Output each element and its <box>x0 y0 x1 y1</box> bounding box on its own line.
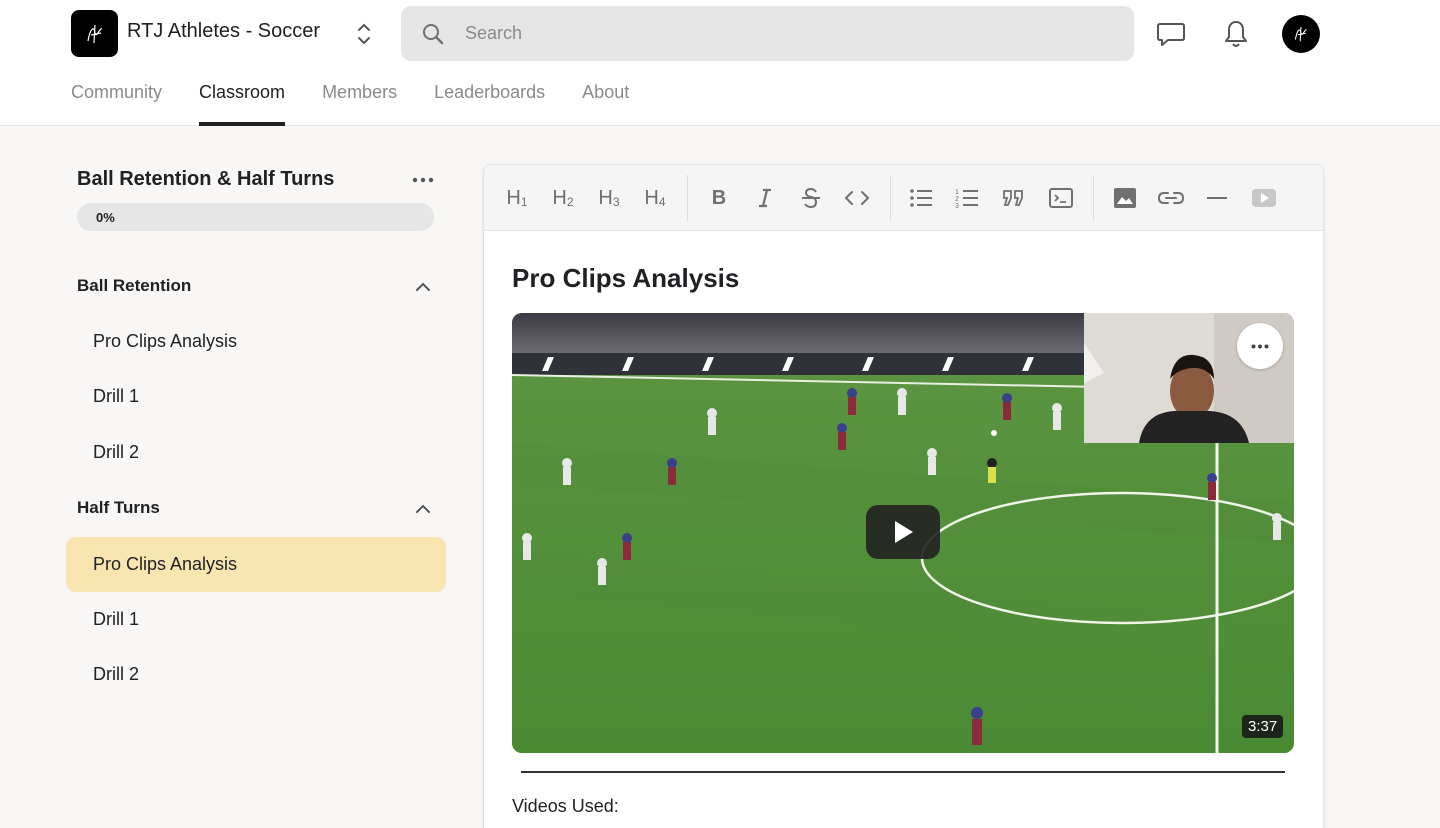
group-switcher-icon[interactable] <box>352 20 376 48</box>
lesson-editor: H1 H2 H3 H4 B 123 Pro Clips Analysis 3:3… <box>483 164 1324 828</box>
editor-toolbar: H1 H2 H3 H4 B 123 <box>484 165 1323 231</box>
horizontal-rule-icon[interactable] <box>1200 181 1234 215</box>
section-title-ball-retention[interactable]: Ball Retention <box>77 276 191 296</box>
tab-classroom[interactable]: Classroom <box>199 80 286 126</box>
video-duration: 3:37 <box>1242 715 1284 738</box>
heading4-icon[interactable]: H4 <box>638 181 672 215</box>
chevron-up-icon[interactable] <box>413 499 433 519</box>
chat-icon[interactable] <box>1151 14 1191 54</box>
progress-label: 0% <box>96 210 115 225</box>
video-player[interactable]: 3:37 <box>512 313 1294 753</box>
more-options-icon[interactable] <box>410 168 436 192</box>
svg-text:1: 1 <box>955 189 959 196</box>
tab-leaderboards[interactable]: Leaderboards <box>434 80 545 126</box>
user-avatar[interactable] <box>1282 15 1320 53</box>
tab-about[interactable]: About <box>582 80 629 126</box>
code-block-icon[interactable] <box>1044 181 1078 215</box>
svg-text:3: 3 <box>955 203 959 209</box>
heading3-icon[interactable]: H3 <box>592 181 626 215</box>
videos-used-label: Videos Used: <box>512 796 619 816</box>
heading1-icon[interactable]: H1 <box>500 181 534 215</box>
chevron-up-icon[interactable] <box>413 277 433 297</box>
lesson-item-active[interactable]: Pro Clips Analysis <box>66 537 446 592</box>
course-progress-bar: 0% <box>77 203 434 231</box>
heading2-icon[interactable]: H2 <box>546 181 580 215</box>
signature-logo-icon <box>86 24 102 43</box>
toolbar-divider <box>890 175 891 221</box>
italic-icon[interactable] <box>748 181 782 215</box>
lesson-item[interactable]: Pro Clips Analysis <box>66 314 446 369</box>
lesson-title: Pro Clips Analysis <box>512 263 740 293</box>
group-logo[interactable] <box>71 10 118 57</box>
numbered-list-icon[interactable]: 123 <box>950 181 984 215</box>
bold-icon[interactable]: B <box>702 181 736 215</box>
section-title-half-turns[interactable]: Half Turns <box>77 498 160 518</box>
bell-icon[interactable] <box>1216 14 1256 54</box>
nav-tabs: Community Classroom Members Leaderboards… <box>71 80 666 126</box>
code-icon[interactable] <box>840 181 874 215</box>
course-title: Ball Retention & Half Turns <box>77 168 335 190</box>
video-embed-icon[interactable] <box>1247 181 1281 215</box>
lesson-item[interactable]: Drill 2 <box>66 425 446 480</box>
image-icon[interactable] <box>1108 181 1142 215</box>
tab-community[interactable]: Community <box>71 80 162 126</box>
toolbar-divider <box>687 175 688 221</box>
search-icon <box>421 22 445 46</box>
lesson-item[interactable]: Drill 2 <box>66 647 446 702</box>
toolbar-divider <box>1093 175 1094 221</box>
search-bar[interactable] <box>401 6 1134 61</box>
quote-icon[interactable] <box>996 181 1030 215</box>
lesson-item[interactable]: Drill 1 <box>66 369 446 424</box>
avatar-signature-icon <box>1294 26 1307 42</box>
play-button-icon[interactable] <box>866 505 940 559</box>
search-input[interactable] <box>465 23 1065 44</box>
link-icon[interactable] <box>1154 181 1188 215</box>
lesson-item[interactable]: Drill 1 <box>66 592 446 647</box>
top-header: RTJ Athletes - Soccer Community <box>0 0 1440 126</box>
bullet-list-icon[interactable] <box>904 181 938 215</box>
tab-members[interactable]: Members <box>322 80 397 126</box>
horizontal-rule <box>521 771 1285 773</box>
group-name[interactable]: RTJ Athletes - Soccer <box>127 20 320 43</box>
strikethrough-icon[interactable] <box>794 181 828 215</box>
svg-text:2: 2 <box>955 196 959 203</box>
video-more-options-icon[interactable] <box>1237 323 1283 369</box>
